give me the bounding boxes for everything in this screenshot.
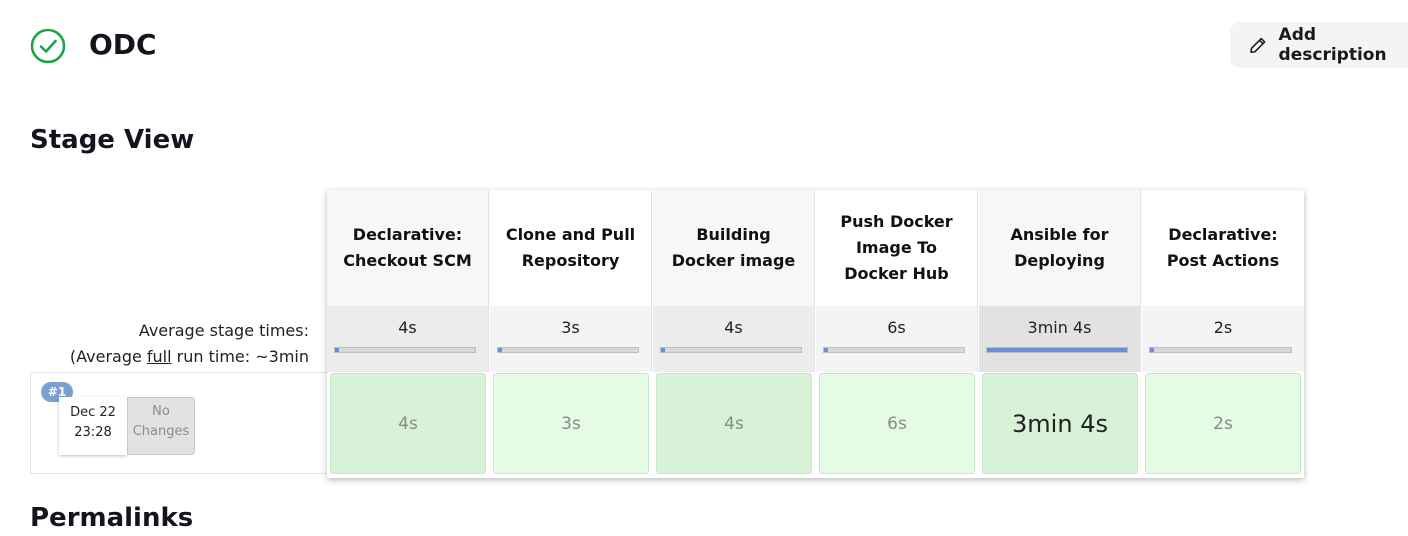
stage-header: Declarative: Post Actions [1142, 190, 1304, 306]
stage-average-bar-fill [1150, 348, 1154, 352]
build-date[interactable]: Dec 22 23:28 [59, 397, 127, 455]
stage-run-cell[interactable]: 3s [493, 373, 649, 474]
stage-view-heading: Stage View [30, 125, 195, 155]
stage-average-bar [1149, 347, 1292, 353]
stage-view-table: Declarative: Checkout SCM 4s 4s Clone an… [327, 190, 1304, 478]
full-run-link[interactable]: full [147, 347, 172, 366]
success-status-icon [30, 28, 66, 64]
stage-average: 3min 4s [979, 306, 1141, 372]
stage-average: 4s [327, 306, 489, 372]
stage-column: Ansible for Deploying 3min 4s 3min 4s [979, 190, 1141, 478]
stage-average-bar-fill [661, 348, 665, 352]
stage-run-cell[interactable]: 6s [819, 373, 975, 474]
stage-average: 2s [1142, 306, 1304, 372]
stage-header: Building Docker image [653, 190, 815, 306]
add-description-button[interactable]: Add description [1230, 22, 1408, 68]
stage-header: Ansible for Deploying [979, 190, 1141, 306]
permalinks-heading: Permalinks [30, 503, 194, 533]
stage-average: 3s [490, 306, 652, 372]
stage-average-bar-fill [987, 348, 1127, 352]
stage-run-cell[interactable]: 2s [1145, 373, 1301, 474]
stage-view-left-panel: Average stage times: (Average full run t… [30, 310, 327, 474]
stage-header: Push Docker Image To Docker Hub [816, 190, 978, 306]
page-title: ODC [89, 28, 157, 61]
stage-run-cell[interactable]: 4s [656, 373, 812, 474]
build-row[interactable]: #1 Dec 22 23:28 No Changes [30, 372, 327, 474]
no-changes-label: No Changes [132, 404, 190, 439]
stage-average: 4s [653, 306, 815, 372]
stage-column: Push Docker Image To Docker Hub 6s 6s [816, 190, 978, 478]
stage-average-bar [334, 347, 476, 353]
stage-run-cell[interactable]: 3min 4s [982, 373, 1138, 474]
stage-average-bar-fill [335, 348, 339, 352]
stage-average: 6s [816, 306, 978, 372]
stage-header: Clone and Pull Repository [490, 190, 652, 306]
stage-average-bar-fill [498, 348, 502, 352]
add-description-label: Add description [1278, 25, 1387, 65]
pencil-icon [1250, 37, 1266, 54]
build-changes[interactable]: No Changes [127, 397, 195, 455]
stage-column: Declarative: Checkout SCM 4s 4s [327, 190, 489, 478]
stage-column: Declarative: Post Actions 2s 2s [1142, 190, 1304, 478]
stage-column: Building Docker image 4s 4s [653, 190, 815, 478]
stage-average-bar [986, 347, 1128, 353]
stage-average-bar [823, 347, 965, 353]
stage-column: Clone and Pull Repository 3s 3s [490, 190, 652, 478]
stage-header: Declarative: Checkout SCM [327, 190, 489, 306]
stage-average-bar [660, 347, 802, 353]
stage-average-bar [497, 347, 639, 353]
stage-average-bar-fill [824, 348, 829, 352]
stage-run-cell[interactable]: 4s [330, 373, 486, 474]
